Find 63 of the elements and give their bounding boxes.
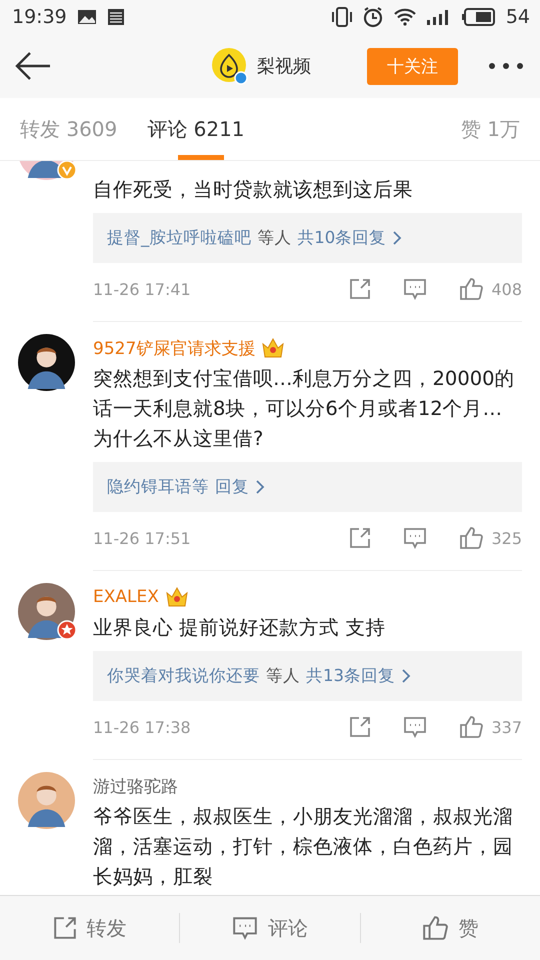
- comment-time: 11-26 17:41: [93, 280, 191, 298]
- like-count: 408: [491, 280, 522, 298]
- comment-icon[interactable]: [403, 716, 428, 738]
- clock: 19:39: [12, 6, 67, 28]
- user-name[interactable]: 9527铲屎官请求支援: [93, 336, 256, 360]
- user-name[interactable]: 游过骆驼路: [93, 774, 178, 798]
- like-icon[interactable]: [459, 277, 484, 301]
- pear-logo-icon: [211, 47, 249, 85]
- replies-box[interactable]: 你哭着对我说你还要 等人 共13条回复: [93, 651, 522, 701]
- reply-names[interactable]: 提督_胺垃呼啦磕吧: [107, 227, 252, 249]
- tab[interactable]: 转发 3609: [20, 116, 118, 142]
- reply-suffix: 等人: [266, 665, 300, 687]
- wifi-icon: [394, 8, 416, 26]
- comment-text: 自作死受，当时贷款就该想到这后果: [93, 177, 414, 203]
- like-icon[interactable]: [459, 526, 484, 550]
- comment-time: 11-26 17:51: [93, 528, 191, 548]
- replies-box[interactable]: 隐约锝耳语等 回复: [93, 462, 522, 512]
- tab[interactable]: 赞 1万: [460, 116, 520, 142]
- reply-count[interactable]: 共13条回复: [306, 665, 395, 687]
- newspaper-icon: [106, 8, 125, 26]
- like-icon: [422, 915, 448, 941]
- chevron-right-icon: [401, 668, 411, 684]
- image-icon: [76, 9, 97, 25]
- reply-count[interactable]: 共10条回复: [297, 227, 386, 249]
- tab[interactable]: 评论 6211: [147, 116, 245, 142]
- repost-icon[interactable]: [349, 527, 372, 549]
- comment-icon[interactable]: [403, 527, 428, 549]
- battery-level: 54: [506, 6, 530, 28]
- chevron-right-icon: [255, 479, 265, 495]
- like-icon[interactable]: [459, 715, 484, 739]
- back-icon[interactable]: [14, 51, 52, 81]
- like-button[interactable]: 赞: [360, 914, 540, 942]
- crown-icon: [164, 586, 189, 608]
- more-icon[interactable]: [488, 61, 524, 71]
- star-badge-icon: [57, 620, 77, 640]
- crown-icon: [261, 337, 286, 359]
- reply-count[interactable]: 回复: [215, 476, 249, 498]
- vibrate-icon: [332, 6, 352, 28]
- battery-icon: [462, 8, 496, 26]
- account-name: 梨视频: [257, 55, 311, 78]
- repost-icon: [52, 916, 77, 940]
- user-name[interactable]: EXALEX: [93, 587, 159, 607]
- reply-names[interactable]: 隐约锝耳语等: [107, 476, 209, 498]
- alarm-icon: [362, 6, 384, 28]
- replies-box[interactable]: 提督_胺垃呼啦磕吧 等人 共10条回复: [93, 213, 522, 263]
- comment-text: 爷爷医生，叔叔医生，小朋友光溜溜，叔叔光溜溜，活塞运动，打针，棕色液体，白色药片，园长妈妈，肛裂: [93, 804, 514, 890]
- comment-icon[interactable]: [403, 278, 428, 300]
- like-count: 337: [491, 718, 522, 736]
- comment-text: 突然想到支付宝借呗…利息万分之四，20000的话一天利息就8块，可以分6个月或者12个月…为什么不从这里借?: [93, 366, 516, 452]
- verified-badge-icon: [57, 161, 77, 180]
- repost-icon[interactable]: [349, 716, 372, 738]
- reply-suffix: 等人: [257, 227, 292, 249]
- like-count: 325: [491, 528, 522, 548]
- comment-button[interactable]: 评论: [180, 914, 360, 942]
- chevron-right-icon: [392, 230, 402, 246]
- repost-icon[interactable]: [349, 278, 372, 300]
- comment-text: 业界良心 提前说好还款方式 支持: [93, 615, 386, 641]
- follow-button[interactable]: 十关注: [367, 48, 458, 84]
- reply-names[interactable]: 你哭着对我说你还要: [107, 665, 260, 687]
- comment-icon: [232, 916, 258, 940]
- tab-indicator: [178, 155, 224, 160]
- comment-time: 11-26 17:38: [93, 718, 191, 736]
- repost-button[interactable]: 转发: [0, 914, 180, 942]
